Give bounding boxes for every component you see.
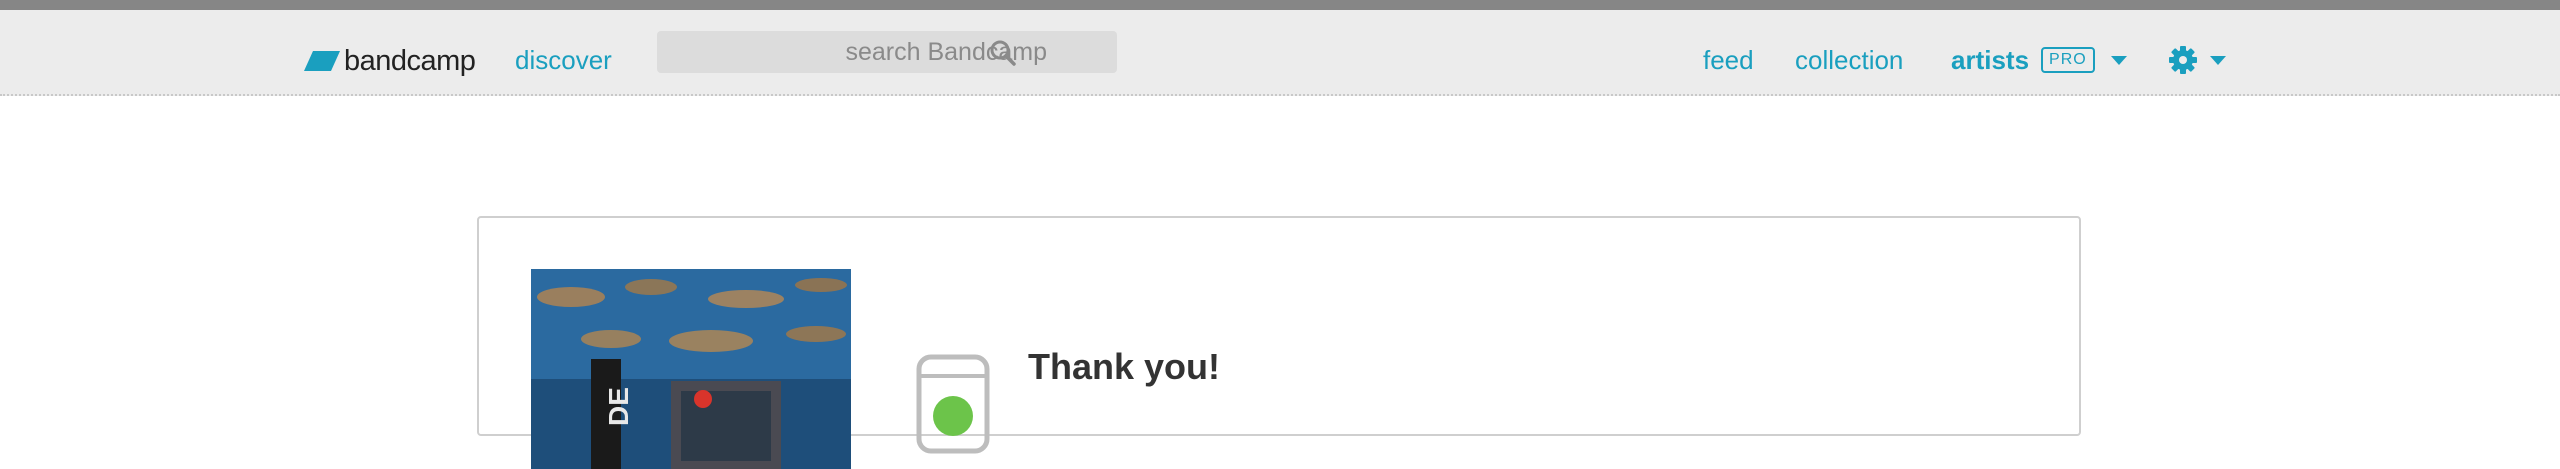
mobile-success-icon xyxy=(916,354,990,454)
pro-badge: PRO xyxy=(2041,47,2095,73)
album-art-image[interactable]: DE xyxy=(531,269,851,469)
discover-link[interactable]: discover xyxy=(515,44,612,76)
bandcamp-logo-icon xyxy=(304,51,340,71)
site-header: bandcamp discover feed collection artist… xyxy=(0,10,2560,96)
purchase-confirmation-card: DE Thank you! xyxy=(477,216,2081,469)
album-art-graphic: DE xyxy=(531,269,851,469)
thank-you-heading: Thank you! xyxy=(1028,346,1221,387)
chevron-down-icon[interactable] xyxy=(2110,55,2127,65)
gear-icon[interactable] xyxy=(2168,45,2198,75)
feed-link[interactable]: feed xyxy=(1703,44,1754,76)
logo-text: bandcamp xyxy=(344,44,476,77)
svg-text:DE: DE xyxy=(603,387,634,426)
bandcamp-logo[interactable]: bandcamp xyxy=(304,39,476,83)
artists-menu[interactable]: artists PRO xyxy=(1951,44,2127,76)
search-bar[interactable] xyxy=(657,31,1117,73)
artists-label: artists xyxy=(1951,44,2030,75)
settings-menu[interactable] xyxy=(2168,44,2226,76)
chevron-down-icon[interactable] xyxy=(2210,55,2226,65)
search-icon[interactable] xyxy=(989,39,1017,67)
top-stripe xyxy=(0,0,2560,10)
collection-link[interactable]: collection xyxy=(1795,44,1903,76)
